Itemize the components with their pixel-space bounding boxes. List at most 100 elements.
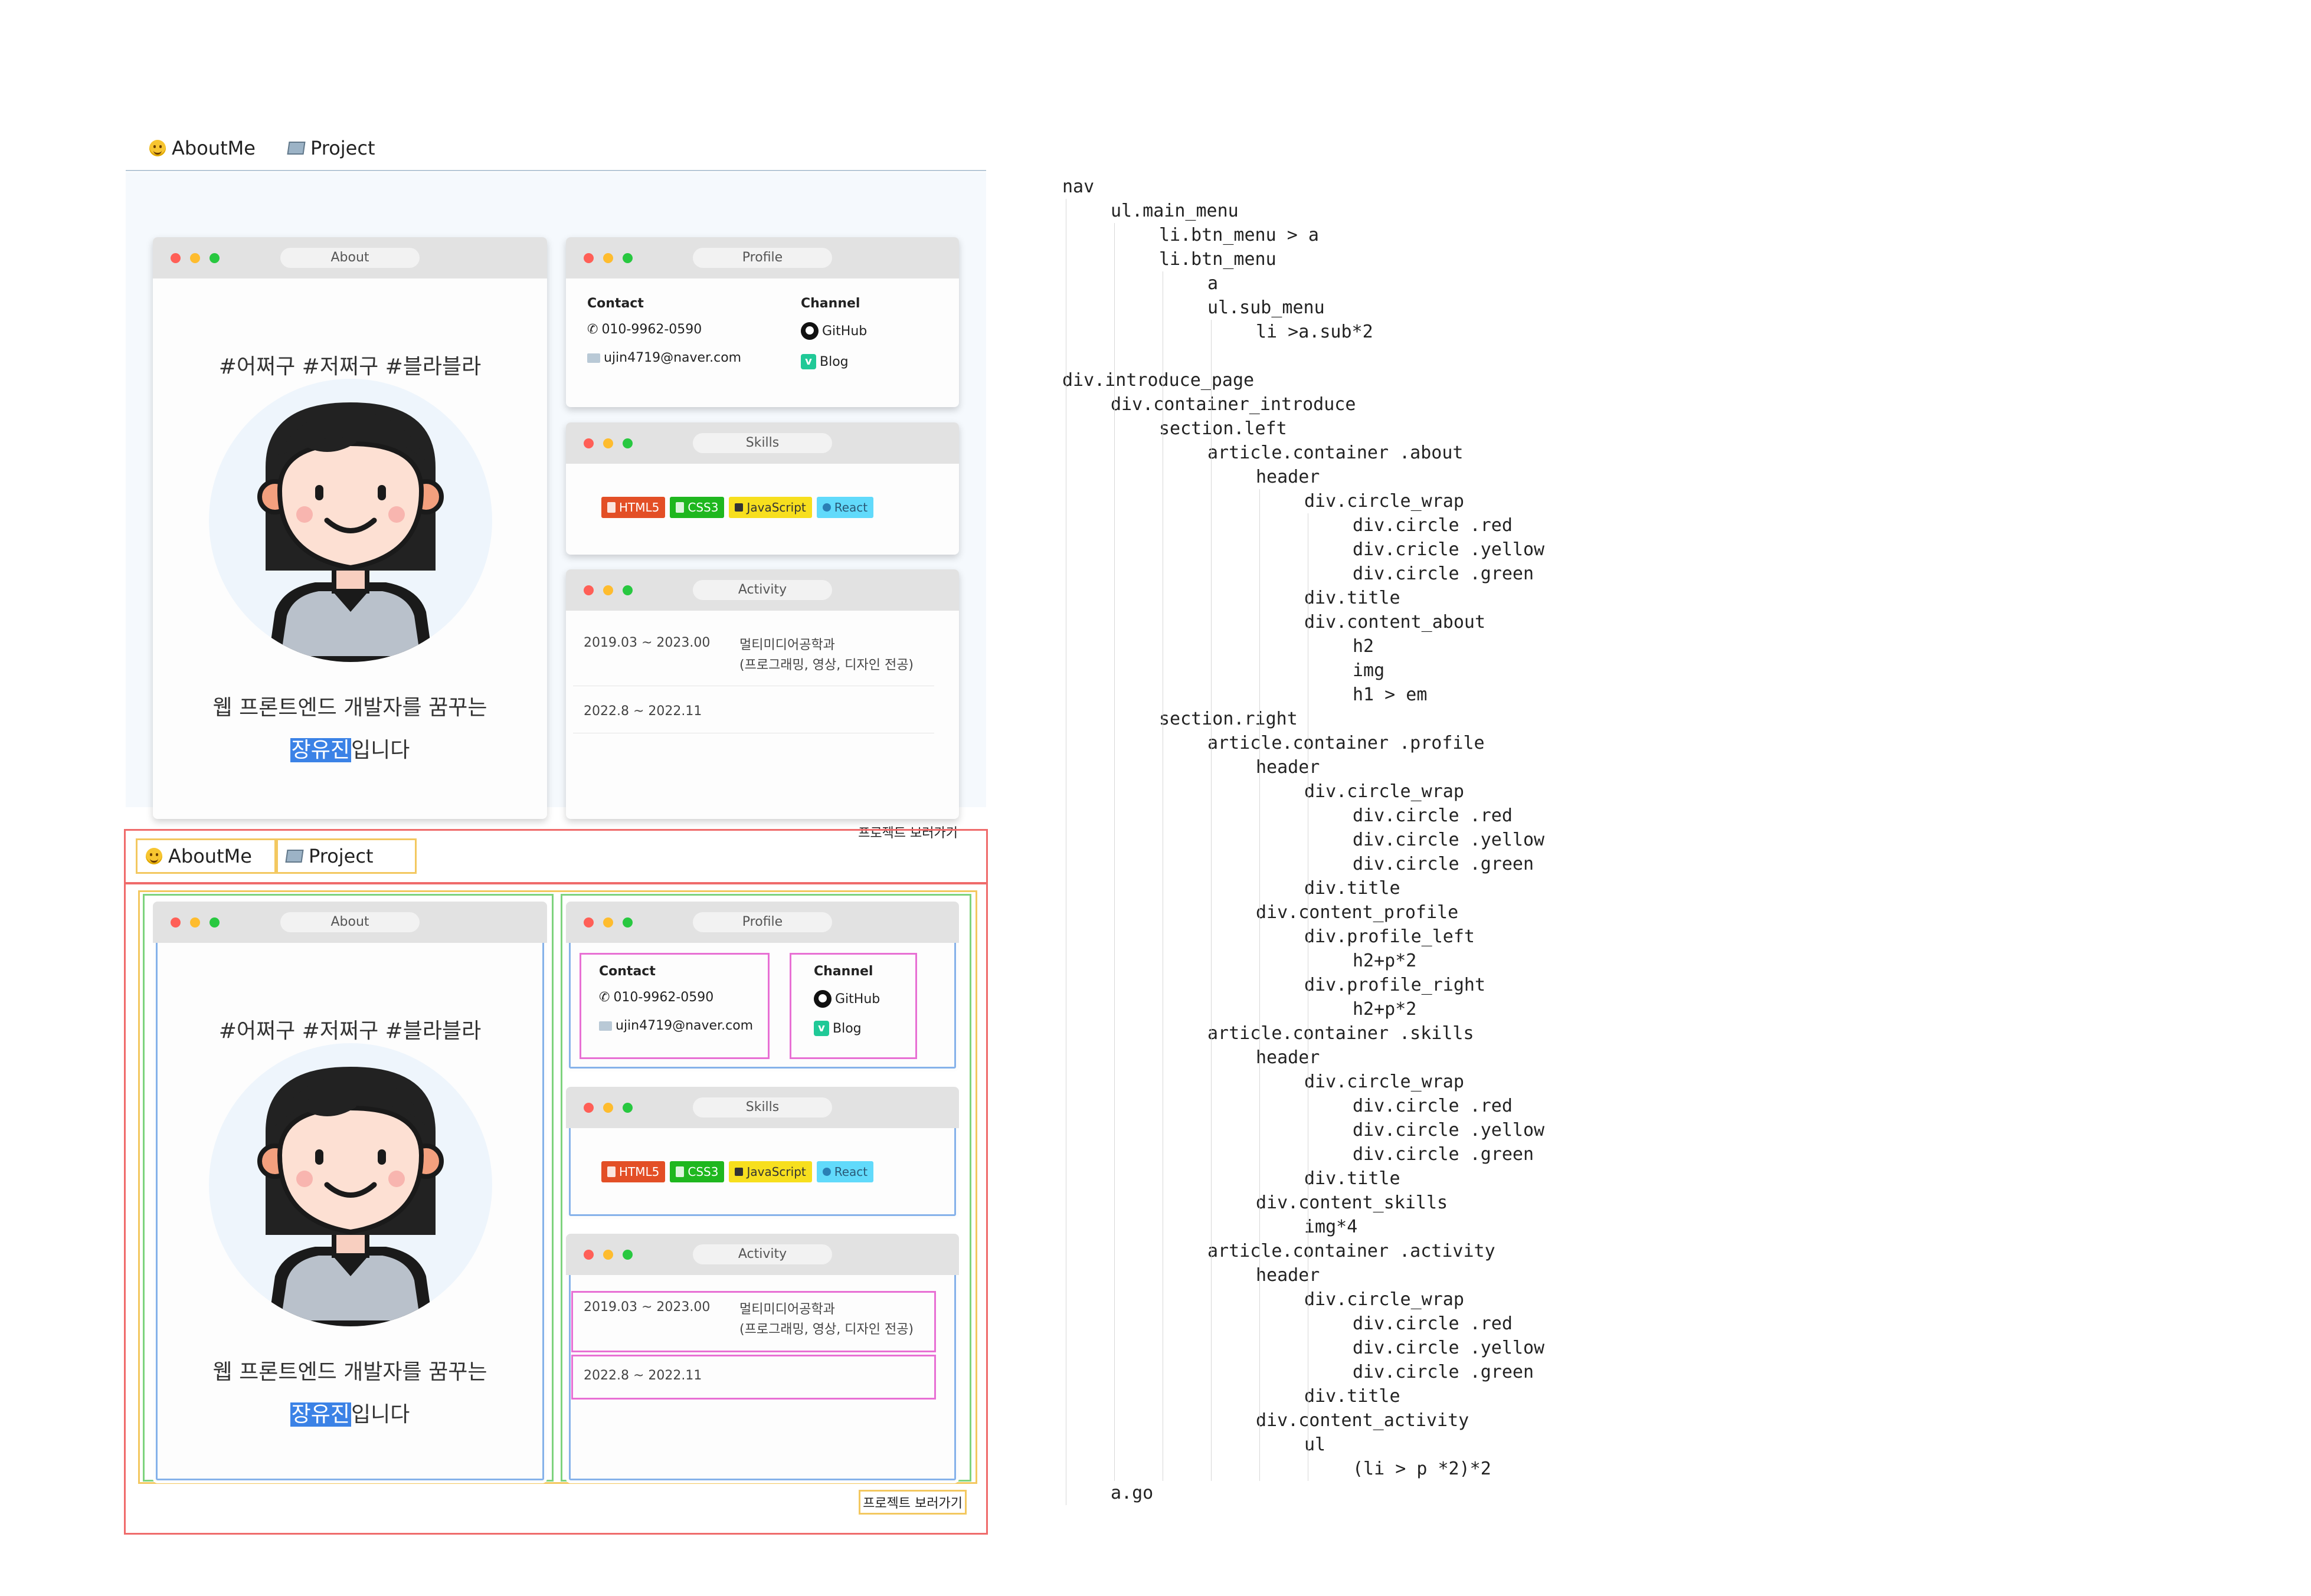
yellow-circle-icon [190, 253, 200, 263]
grinning-face-icon [146, 848, 162, 864]
github-link[interactable]: GitHub [801, 322, 867, 340]
girl-avatar-icon [257, 1067, 444, 1326]
code-line: div.profile_left [1304, 926, 1475, 947]
activity-date: 2022.8 ~ 2022.11 [584, 1368, 702, 1383]
about-card: About #어쩌구 #저쩌구 #블라블라 웹 프론트엔드 개발자를 꿈꾸는 장… [153, 237, 547, 819]
html5-badge: HTML5 [601, 497, 666, 518]
profile-right: Channel GitHub v Blog [791, 290, 915, 393]
code-line: img [1353, 660, 1385, 681]
code-line: div.circle .green [1353, 563, 1534, 584]
red-circle-icon [171, 917, 181, 928]
code-line: img*4 [1304, 1217, 1358, 1237]
badge-label: React [834, 1165, 868, 1179]
profile-left: Contact ✆ 010-9962-0590 ujin4719@naver.c… [581, 290, 768, 393]
javascript-badge: JavaScript [729, 1161, 812, 1182]
code-line: div.cricle .yellow [1353, 539, 1545, 560]
html5-badge: HTML5 [601, 1161, 666, 1182]
code-line: div.content_profile [1256, 902, 1459, 923]
activity-card: Activity 2019.03 ~ 2023.00 멀티미디어공학과 (프로그래… [566, 569, 959, 819]
yellow-circle-icon [603, 253, 613, 263]
red-circle-icon [584, 1250, 594, 1260]
green-circle-icon [623, 1103, 633, 1113]
intro-suffix: 입니다 [351, 1402, 410, 1427]
nav-aboutme-label: AboutMe [172, 137, 256, 159]
javascript-badge: JavaScript [729, 497, 812, 518]
content-skills: HTML5 CSS3 JavaScript React [601, 497, 874, 518]
activity-desc-line: (프로그래밍, 영상, 디자인 전공) [739, 1322, 914, 1337]
mockup-plain: AboutMe Project About #어쩌구 #저쩌구 #블라블라 웹 … [126, 124, 986, 841]
javascript-icon [735, 503, 744, 512]
blog-link[interactable]: v Blog [801, 354, 849, 369]
code-line: h2+p*2 [1353, 951, 1417, 971]
girl-avatar-icon [257, 402, 444, 662]
code-line: div.circle .yellow [1353, 1120, 1545, 1141]
nav-project[interactable]: Project [276, 838, 417, 874]
badge-label: CSS3 [688, 500, 719, 514]
nav-aboutme[interactable]: AboutMe [136, 838, 276, 874]
skills-card: Skills HTML5 CSS3 JavaScript React [566, 422, 959, 555]
activity-desc: 멀티미디어공학과 (프로그래밍, 영상, 디자인 전공) [739, 635, 914, 676]
card-title: Activity [693, 580, 832, 600]
introduce-page: About #어쩌구 #저쩌구 #블라블라 웹 프론트엔드 개발자를 꿈꾸는 장… [124, 882, 988, 1535]
red-circle-icon [584, 585, 594, 595]
html-structure-outline: nav ul.main_menu li.btn_menu > a li.btn_men… [1062, 175, 1829, 1532]
react-icon [822, 503, 831, 512]
profile-card: Profile Contact ✆ 010-9962-0590 ujin4719… [566, 902, 959, 1071]
code-line: div.title [1304, 878, 1400, 899]
yellow-circle-icon [190, 917, 200, 928]
phone-number: 010-9962-0590 [613, 990, 714, 1005]
code-line: div.content_about [1304, 612, 1486, 632]
skills-card: Skills HTML5 CSS3 JavaScript React [566, 1087, 959, 1219]
github-label: GitHub [835, 991, 880, 1007]
css3-badge: CSS3 [670, 1161, 725, 1182]
indent-guide [1259, 489, 1260, 1481]
card-header: Profile [566, 902, 959, 943]
green-circle-icon [623, 253, 633, 263]
code-line: h2 [1353, 636, 1374, 657]
activity-desc-line: 멀티미디어공학과 [739, 638, 835, 653]
html5-icon [607, 1166, 616, 1177]
code-line: article.container .about [1207, 443, 1464, 463]
css3-badge: CSS3 [670, 497, 725, 518]
indent-guide [1211, 320, 1212, 1481]
activity-desc: 멀티미디어공학과 (프로그래밍, 영상, 디자인 전공) [739, 1300, 914, 1340]
code-line: div.circle_wrap [1304, 1289, 1464, 1310]
about-intro-heading: 웹 프론트엔드 개발자를 꿈꾸는 장유진입니다 [153, 1351, 547, 1436]
nav-project[interactable]: Project [280, 132, 417, 164]
blog-link[interactable]: v Blog [814, 1021, 862, 1036]
go-project-link[interactable]: 프로젝트 보러가기 [859, 1490, 967, 1515]
code-line: (li > p *2)*2 [1353, 1459, 1491, 1479]
code-line: div.circle_wrap [1304, 491, 1464, 512]
circle-wrap [584, 253, 633, 263]
red-circle-icon [584, 1103, 594, 1113]
nav-project-label: Project [310, 137, 375, 159]
avatar [209, 379, 492, 662]
phone-icon: ✆ [599, 990, 610, 1005]
card-title: Activity [693, 1244, 832, 1264]
code-line: article.container .activity [1207, 1241, 1495, 1261]
name-highlight: 장유진 [290, 738, 351, 762]
email-line: ujin4719@naver.com [587, 350, 741, 365]
card-header: Activity [566, 1234, 959, 1275]
badge-label: JavaScript [747, 500, 806, 514]
code-line: header [1256, 467, 1320, 487]
channel-heading: Channel [801, 296, 860, 311]
css3-icon [676, 502, 685, 513]
yellow-circle-icon [603, 438, 613, 448]
blog-label: Blog [833, 1021, 862, 1036]
code-line: section.right [1159, 709, 1298, 729]
activity-date: 2022.8 ~ 2022.11 [584, 704, 702, 719]
mockup-outlined: AboutMe Project About #어쩌구 #저쩌구 #블라블라 웹 … [124, 829, 988, 1535]
github-link[interactable]: GitHub [814, 990, 880, 1008]
yellow-circle-icon [603, 585, 613, 595]
yellow-circle-icon [603, 1250, 613, 1260]
code-line: div.circle .red [1353, 805, 1513, 826]
activity-desc-line: 멀티미디어공학과 [739, 1302, 835, 1317]
circle-wrap [584, 917, 633, 928]
code-line: div.circle_wrap [1304, 781, 1464, 802]
html5-icon [607, 502, 616, 513]
nav-aboutme[interactable]: AboutMe [141, 132, 278, 164]
activity-item: 2019.03 ~ 2023.00 멀티미디어공학과 (프로그래밍, 영상, 디자… [571, 1291, 936, 1352]
code-line: div.circle .green [1353, 1144, 1534, 1165]
code-line: h2+p*2 [1353, 999, 1417, 1020]
